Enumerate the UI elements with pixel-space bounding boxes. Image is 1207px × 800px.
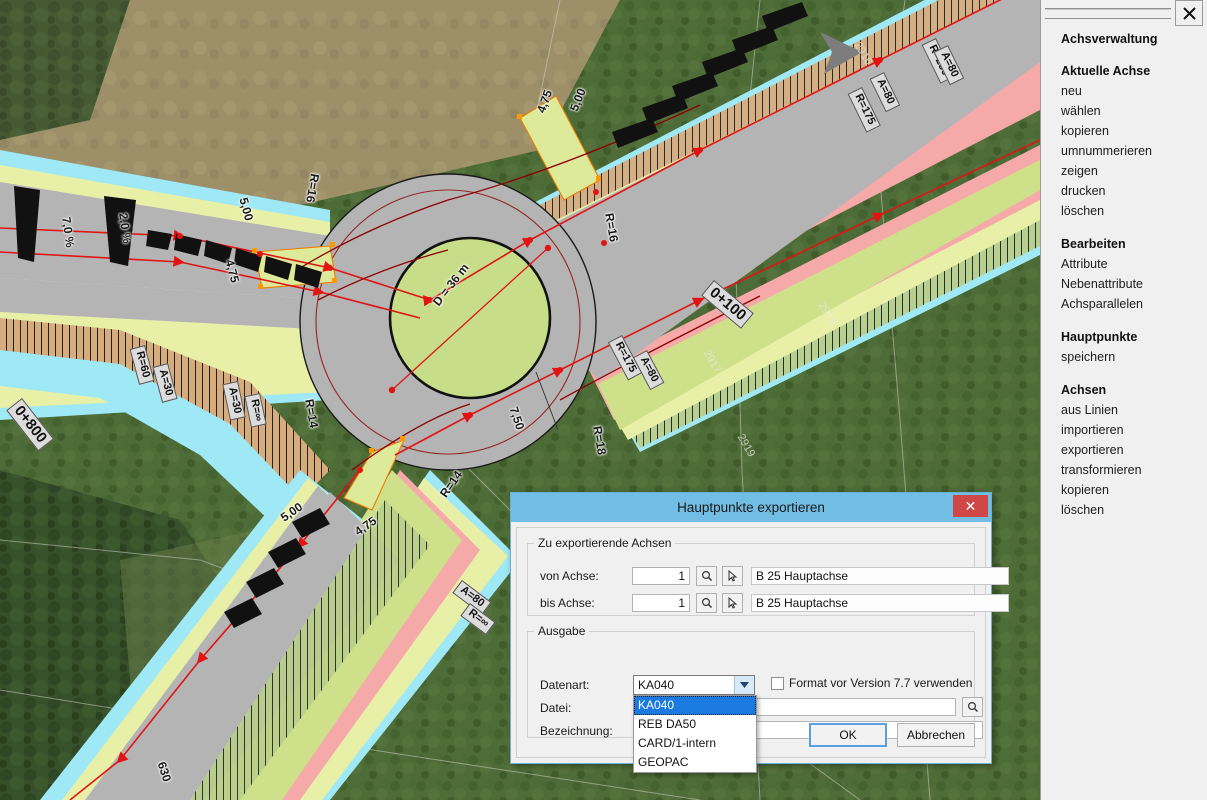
group-achsen: Zu exportierende Achsen von Achse: 1 B 2… (527, 536, 1009, 616)
sidebar-item-importieren[interactable]: importieren (1041, 420, 1207, 440)
sidebar-group-3: Achsen aus Linien importieren exportieren tr… (1041, 381, 1207, 520)
panel-header (1041, 0, 1207, 26)
bis-achse-search-button[interactable] (696, 593, 717, 613)
sidebar-group-heading: Achsen (1061, 383, 1107, 397)
von-achse-input[interactable] (632, 567, 690, 585)
export-hauptpunkte-dialog[interactable]: Hauptpunkte exportieren ✕ Zu exportieren… (510, 492, 1009, 773)
sidebar-group-heading: Aktuelle Achse (1061, 64, 1151, 78)
sidebar-group-0: Aktuelle Achse neu wählen kopieren umnummeri… (1041, 62, 1207, 221)
sidebar-item-nebenattribute[interactable]: Nebenattribute (1041, 274, 1207, 294)
von-achse-name-field[interactable] (751, 567, 1009, 585)
sidebar-item-transformieren[interactable]: transformieren (1041, 460, 1207, 480)
datenart-combobox[interactable]: KA040 KA040 REB DA50 CARD/1-intern GEOPAC (633, 675, 757, 773)
ok-button[interactable]: OK (809, 723, 887, 747)
sidebar-item-l-schen[interactable]: löschen (1041, 500, 1207, 520)
magnifier-icon (701, 570, 712, 581)
von-achse-search-button[interactable] (696, 566, 717, 586)
von-achse-pick-button[interactable] (722, 566, 743, 586)
sidebar-group-list: Aktuelle Achse neu wählen kopieren umnummeri… (1041, 62, 1207, 520)
sidebar-item-kopieren[interactable]: kopieren (1041, 480, 1207, 500)
sidebar-item-speichern[interactable]: speichern (1041, 347, 1207, 367)
pointer-select-icon (728, 597, 737, 609)
sidebar-item-zeigen[interactable]: zeigen (1041, 161, 1207, 181)
datei-label: Datei: (540, 701, 572, 715)
datenart-option-ka040[interactable]: KA040 (634, 696, 756, 715)
sidebar-item-l-schen[interactable]: löschen (1041, 201, 1207, 221)
magnifier-icon (701, 597, 712, 608)
datenart-option-geopac[interactable]: GEOPAC (634, 753, 756, 772)
pointer-select-icon (728, 570, 737, 582)
bis-achse-name-field[interactable] (751, 594, 1009, 612)
panel-title: Achsverwaltung (1061, 32, 1158, 46)
sidebar-item-w-hlen[interactable]: wählen (1041, 101, 1207, 121)
bis-achse-pick-button[interactable] (722, 593, 743, 613)
sidebar-item-kopieren[interactable]: kopieren (1041, 121, 1207, 141)
magnifier-icon (967, 701, 978, 712)
datenart-option-reb-da50[interactable]: REB DA50 (634, 715, 756, 734)
dialog-close-button[interactable]: ✕ (953, 495, 988, 517)
von-achse-label: von Achse: (540, 569, 599, 583)
dialog-body: Zu exportierende Achsen von Achse: 1 B 2… (516, 527, 1009, 773)
sidebar-item-drucken[interactable]: drucken (1041, 181, 1207, 201)
dialog-titlebar[interactable]: Hauptpunkte exportieren ✕ (511, 493, 991, 522)
sidebar-item-exportieren[interactable]: exportieren (1041, 440, 1207, 460)
bis-achse-input[interactable] (632, 594, 690, 612)
format-version-checkbox-row[interactable]: Format vor Version 7.7 verwenden (771, 676, 972, 690)
sidebar-group-heading: Bearbeiten (1061, 237, 1126, 251)
cancel-button[interactable]: Abbrechen (897, 723, 975, 747)
datei-browse-button[interactable] (962, 697, 983, 717)
achsverwaltung-panel[interactable]: Achsverwaltung Aktuelle Achse neu wählen ko… (1040, 0, 1207, 800)
group-achsen-legend: Zu exportierende Achsen (538, 536, 672, 550)
close-icon (1182, 6, 1196, 20)
group-ausgabe-legend: Ausgabe (538, 624, 586, 638)
datenart-option-card-1-intern[interactable]: CARD/1-intern (634, 734, 756, 753)
bis-achse-label: bis Achse: (540, 596, 595, 610)
sidebar-group-heading: Hauptpunkte (1061, 330, 1138, 344)
format-version-label: Format vor Version 7.7 verwenden (789, 676, 973, 690)
dialog-title: Hauptpunkte exportieren (677, 500, 825, 515)
datenart-selected-value: KA040 (638, 678, 675, 692)
sidebar-item-umnummerieren[interactable]: umnummerieren (1041, 141, 1207, 161)
bezeichnung-label: Bezeichnung: (540, 724, 613, 738)
datenart-option-list[interactable]: KA040 REB DA50 CARD/1-intern GEOPAC (633, 695, 757, 773)
sidebar-group-2: Hauptpunkte speichern (1041, 328, 1207, 367)
chevron-down-icon[interactable] (734, 676, 754, 694)
panel-close-button[interactable] (1175, 0, 1203, 26)
sidebar-item-attribute[interactable]: Attribute (1041, 254, 1207, 274)
sidebar-item-achsparallelen[interactable]: Achsparallelen (1041, 294, 1207, 314)
group-ausgabe: Ausgabe Datenart: KA040 KA040 REB DA50 CAR… (527, 624, 983, 773)
sidebar-group-1: Bearbeiten Attribute Nebenattribute Achspar… (1041, 235, 1207, 314)
format-version-checkbox[interactable] (771, 676, 784, 690)
panel-drag-grip[interactable] (1045, 7, 1171, 19)
datenart-label: Datenart: (540, 678, 590, 692)
sidebar-item-aus-linien[interactable]: aus Linien (1041, 400, 1207, 420)
datenart-combobox-field[interactable]: KA040 (633, 675, 755, 695)
sidebar-item-neu[interactable]: neu (1041, 81, 1207, 101)
